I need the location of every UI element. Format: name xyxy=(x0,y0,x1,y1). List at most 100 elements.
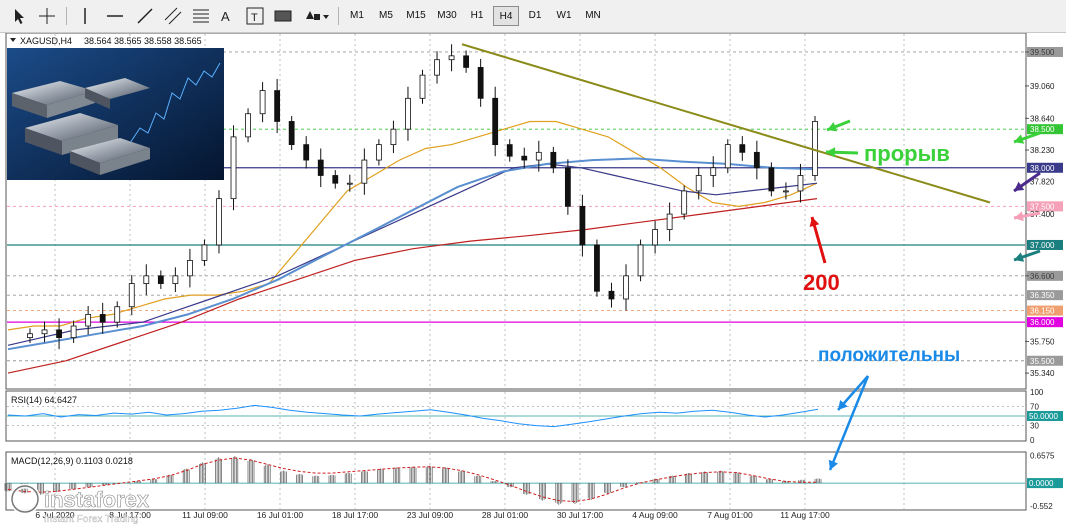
price-tick-label: 39.500 xyxy=(1030,48,1055,57)
candle-body xyxy=(681,190,688,215)
candle-body xyxy=(710,167,717,176)
candle-body xyxy=(564,167,571,207)
text-icon[interactable]: A xyxy=(216,5,238,27)
timeframe-d1[interactable]: D1 xyxy=(522,6,548,26)
annotation-200: 200 xyxy=(803,270,840,295)
candle-body xyxy=(390,128,397,146)
time-tick-label: 16 Jul 01:00 xyxy=(257,510,304,520)
price-tick-label: 38.640 xyxy=(1030,114,1055,123)
candle-body xyxy=(768,167,775,192)
text-label-icon[interactable]: T xyxy=(244,5,266,27)
timeframe-h1[interactable]: H1 xyxy=(464,6,490,26)
candle-body xyxy=(405,97,411,130)
brand-tagline: Instant Forex Trading xyxy=(44,514,139,525)
cursor-icon[interactable] xyxy=(8,5,30,27)
macd-tick-label: 0.0000 xyxy=(1029,479,1054,488)
time-tick-label: 11 Jul 09:00 xyxy=(182,510,228,520)
candle-body xyxy=(419,74,426,99)
candle-body xyxy=(70,325,77,338)
price-level-label: 36.150 xyxy=(1030,307,1055,316)
macd-tick-label: -0.552 xyxy=(1030,502,1053,511)
shapes-dropdown-icon[interactable] xyxy=(302,5,332,27)
candle-body xyxy=(346,182,353,185)
svg-text:A: A xyxy=(221,9,230,24)
rectangle-icon[interactable] xyxy=(272,5,294,27)
price-level-label: 36.350 xyxy=(1030,291,1055,300)
candle-body xyxy=(216,198,222,246)
fibonacci-icon[interactable] xyxy=(190,5,212,27)
svg-text:T: T xyxy=(251,12,258,24)
candle-body xyxy=(739,144,746,153)
macd-label: MACD(12,26,9) 0.1103 0.0218 xyxy=(11,456,133,466)
chart-area[interactable]: 39.50038.50038.00037.50037.00036.60036.3… xyxy=(0,33,1066,526)
macd-tick-label: 0.6575 xyxy=(1030,452,1055,461)
timeframe-m15[interactable]: M15 xyxy=(402,6,430,26)
rsi-tick-label: 100 xyxy=(1030,388,1044,397)
equidistant-channel-icon[interactable] xyxy=(162,5,184,27)
price-level-label: 36.000 xyxy=(1030,318,1055,327)
brand-name: instaforex xyxy=(44,487,150,512)
price-level-label: 35.500 xyxy=(1030,357,1055,366)
candle-body xyxy=(114,306,121,323)
candle-body xyxy=(492,97,499,146)
candle-body xyxy=(172,275,179,284)
candle-body xyxy=(783,190,789,193)
time-tick-label: 23 Jul 09:00 xyxy=(407,510,454,520)
candle-body xyxy=(812,121,818,176)
time-tick-label: 4 Aug 09:00 xyxy=(632,510,678,520)
candle-body xyxy=(608,290,615,300)
timeframe-h4[interactable]: H4 xyxy=(493,6,519,26)
trendline-icon[interactable] xyxy=(134,5,156,27)
candle-body xyxy=(652,229,658,246)
candle-body xyxy=(85,314,92,327)
candle-body xyxy=(128,283,135,308)
candle-body xyxy=(753,151,760,169)
annotation-breakout: прорыв xyxy=(864,141,950,166)
candle-body xyxy=(375,144,382,161)
candle-body xyxy=(506,144,513,157)
price-tick-label: 39.060 xyxy=(1030,82,1055,91)
horizontal-line-icon[interactable] xyxy=(104,5,126,27)
candle-body xyxy=(99,314,106,323)
rsi-tick-label: 0 xyxy=(1030,436,1035,445)
silver-bars-image xyxy=(7,48,224,180)
timeframe-w1[interactable]: W1 xyxy=(551,6,577,26)
candle-body xyxy=(797,175,804,192)
candle-body xyxy=(637,244,644,277)
timeframe-m5[interactable]: M5 xyxy=(373,6,399,26)
candle-body xyxy=(332,175,339,184)
price-level-label: 37.000 xyxy=(1030,241,1055,250)
candle-body xyxy=(448,55,455,61)
price-level-label: 38.000 xyxy=(1030,164,1055,173)
candle-body xyxy=(579,205,586,246)
candle-body xyxy=(245,113,251,138)
symbol-label: XAGUSD,H4 xyxy=(20,36,72,46)
time-axis: 6 Jul 2020 8 Jul 17:00 11 Jul 09:00 16 Jul … xyxy=(35,510,830,520)
price-axis: 39.50039.06038.64038.23037.82037.40036.6… xyxy=(1025,48,1055,378)
crosshair-icon[interactable] xyxy=(36,5,58,27)
price-level-label: 38.500 xyxy=(1030,125,1055,134)
candle-body xyxy=(259,90,266,115)
price-tick-label: 35.340 xyxy=(1030,369,1055,378)
candle-body xyxy=(27,333,33,338)
time-tick-label: 11 Aug 17:00 xyxy=(780,510,830,520)
candle-body xyxy=(695,175,702,192)
rsi-tick-label: 30 xyxy=(1030,422,1039,431)
timeframe-mn[interactable]: MN xyxy=(580,6,606,26)
timeframe-m1[interactable]: M1 xyxy=(344,6,370,26)
time-tick-label: 28 Jul 01:00 xyxy=(482,510,529,520)
candle-body xyxy=(274,90,281,122)
candle-body xyxy=(288,121,295,146)
candle-body xyxy=(623,275,629,300)
rsi-tick-label: 70 xyxy=(1030,402,1039,411)
timeframe-m30[interactable]: M30 xyxy=(433,6,461,26)
annotation-positive: положительны xyxy=(818,345,960,366)
candle-body xyxy=(143,275,150,284)
candle-body xyxy=(535,151,542,161)
price-tick-label: 36.600 xyxy=(1030,272,1055,281)
toolbar: A T M1 M5 M15 M30 H1 H4 D1 W1 MN xyxy=(0,0,1066,33)
vertical-line-icon[interactable] xyxy=(74,5,96,27)
candle-body xyxy=(157,275,164,284)
candle-body xyxy=(666,213,673,230)
candle-body xyxy=(317,159,324,176)
